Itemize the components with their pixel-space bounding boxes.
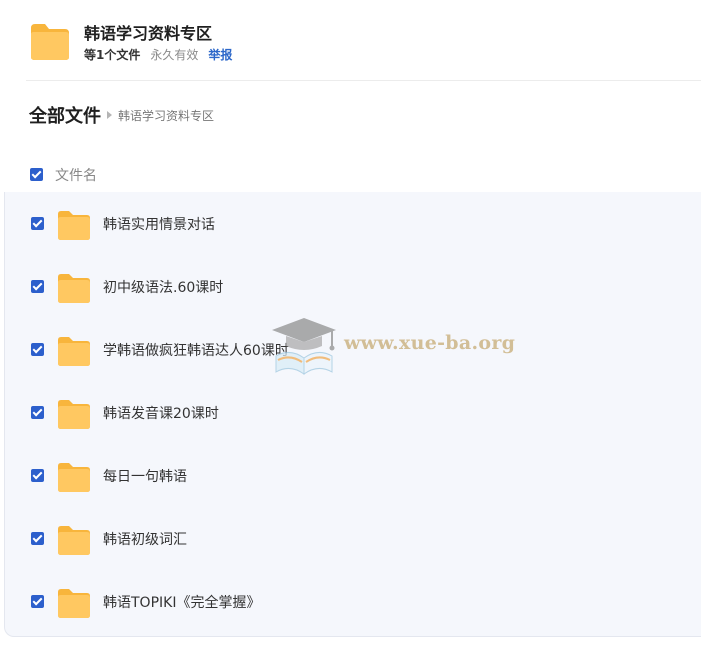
share-header: 韩语学习资料专区 等1个文件 永久有效 举报 [0,0,701,82]
folder-icon [31,24,69,60]
breadcrumb-arrow-icon [107,111,112,119]
file-name[interactable]: 韩语发音课20课时 [103,403,219,423]
row-checkbox[interactable] [31,217,44,230]
breadcrumb: 全部文件 韩语学习资料专区 [29,102,214,128]
list-item[interactable]: 韩语发音课20课时 [5,381,701,444]
file-name[interactable]: 初中级语法.60课时 [103,277,223,297]
column-filename: 文件名 [55,168,97,184]
validity-label: 永久有效 [150,48,199,62]
header-divider [26,80,701,81]
report-link[interactable]: 举报 [208,46,232,63]
select-all-checkbox[interactable] [30,168,43,181]
folder-icon [58,211,90,240]
breadcrumb-root[interactable]: 全部文件 [29,102,101,128]
folder-icon [58,274,90,303]
file-list-header: 文件名 [0,160,701,190]
row-checkbox[interactable] [31,280,44,293]
row-checkbox[interactable] [31,595,44,608]
file-name[interactable]: 韩语TOPIKI《完全掌握》 [103,592,260,612]
list-item[interactable]: 每日一句韩语 [5,444,701,507]
folder-icon [58,400,90,429]
row-checkbox[interactable] [31,532,44,545]
folder-icon [58,337,90,366]
watermark-text: www.xue-ba.org [344,332,516,354]
file-list: 韩语实用情景对话 初中级语法.60课时 学韩语做疯狂韩语达人60课时 韩语发音课… [4,192,701,637]
row-checkbox[interactable] [31,469,44,482]
breadcrumb-current: 韩语学习资料专区 [118,108,215,123]
folder-icon [58,463,90,492]
list-item[interactable]: 韩语TOPIKI《完全掌握》 [5,570,701,633]
share-meta: 等1个文件 永久有效 举报 [84,46,232,63]
row-checkbox[interactable] [31,406,44,419]
file-name[interactable]: 学韩语做疯狂韩语达人60课时 [103,340,289,360]
folder-icon [58,589,90,618]
file-count: 等1个文件 [84,48,141,62]
watermark: www.xue-ba.org [268,312,515,378]
file-name[interactable]: 韩语实用情景对话 [103,214,215,234]
share-title: 韩语学习资料专区 [84,24,213,43]
row-checkbox[interactable] [31,343,44,356]
folder-icon [58,526,90,555]
list-item[interactable]: 韩语初级词汇 [5,507,701,570]
file-name[interactable]: 韩语初级词汇 [103,529,187,549]
file-name[interactable]: 每日一句韩语 [103,466,187,486]
graduation-cap-book-icon [272,318,336,375]
list-item[interactable]: 韩语实用情景对话 [5,192,701,255]
list-item[interactable]: 初中级语法.60课时 [5,255,701,318]
